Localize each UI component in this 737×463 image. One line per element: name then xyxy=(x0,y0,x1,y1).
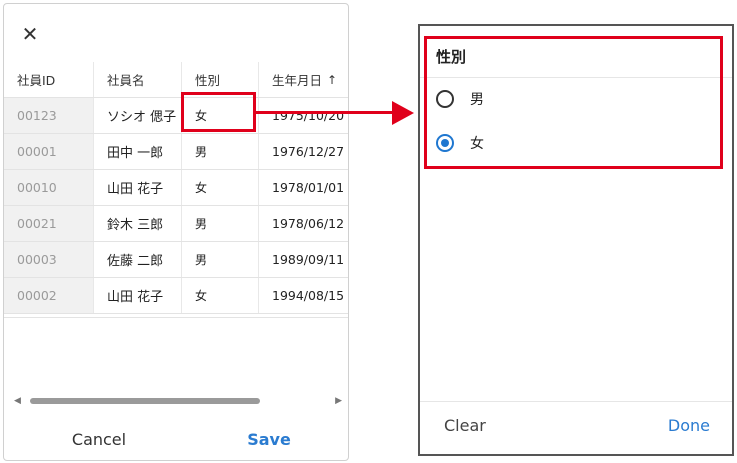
birthdate-cell[interactable]: 1978/06/12 xyxy=(259,206,348,241)
birthdate-cell[interactable]: 1994/08/15 xyxy=(259,278,348,313)
employee-name-cell[interactable]: 山田 花子 xyxy=(94,278,182,313)
gender-cell[interactable]: 女 xyxy=(182,170,259,205)
gender-cell-highlight xyxy=(181,92,256,132)
gender-cell[interactable]: 男 xyxy=(182,206,259,241)
scroll-left-icon[interactable]: ◀ xyxy=(14,396,21,406)
scroll-right-icon[interactable]: ▶ xyxy=(335,396,342,406)
employee-id-cell: 00003 xyxy=(4,242,94,277)
employee-id-cell: 00021 xyxy=(4,206,94,241)
done-button[interactable]: Done xyxy=(668,416,710,435)
gender-option-female[interactable]: 女 xyxy=(436,130,484,156)
table-row[interactable]: 00003 佐藤 二郎 男 1989/09/11 xyxy=(4,242,348,278)
gender-cell[interactable]: 女 xyxy=(182,278,259,313)
table-row[interactable]: 00002 山田 花子 女 1994/08/15 xyxy=(4,278,348,314)
table-row[interactable]: 00123 ソシオ 偲子 女 1975/10/20 xyxy=(4,98,348,134)
table-row[interactable]: 00001 田中 一郎 男 1976/12/27 xyxy=(4,134,348,170)
gender-cell[interactable]: 男 xyxy=(182,242,259,277)
employee-id-cell: 00002 xyxy=(4,278,94,313)
horizontal-scrollbar[interactable]: ◀ ▶ xyxy=(14,396,342,406)
employee-id-cell: 00010 xyxy=(4,170,94,205)
employee-grid: 社員ID 社員名 性別 生年月日 ↑ 00123 ソシオ 偲子 女 1975/1… xyxy=(4,62,348,318)
cancel-button[interactable]: Cancel xyxy=(44,424,154,454)
column-header-employee-id[interactable]: 社員ID xyxy=(4,62,94,97)
scrollbar-thumb[interactable] xyxy=(30,398,260,404)
employee-id-cell: 00001 xyxy=(4,134,94,169)
employee-name-cell[interactable]: 山田 花子 xyxy=(94,170,182,205)
sort-ascending-icon[interactable]: ↑ xyxy=(327,73,337,87)
picker-title: 性別 xyxy=(436,48,467,66)
table-row[interactable]: 00010 山田 花子 女 1978/01/01 xyxy=(4,170,348,206)
radio-unchecked-icon[interactable] xyxy=(436,90,454,108)
birthdate-cell[interactable]: 1978/01/01 xyxy=(259,170,348,205)
birthdate-cell[interactable]: 1989/09/11 xyxy=(259,242,348,277)
employee-name-cell[interactable]: 佐藤 二郎 xyxy=(94,242,182,277)
column-header-birthdate[interactable]: 生年月日 ↑ xyxy=(259,62,348,97)
column-header-employee-name[interactable]: 社員名 xyxy=(94,62,182,97)
employee-name-cell[interactable]: ソシオ 偲子 xyxy=(94,98,182,133)
table-row[interactable]: 00021 鈴木 三郎 男 1978/06/12 xyxy=(4,206,348,242)
gender-picker-dialog: 性別 男 女 Clear Done xyxy=(418,24,734,456)
grid-header-row: 社員ID 社員名 性別 生年月日 ↑ xyxy=(4,62,348,98)
option-label: 女 xyxy=(470,136,484,152)
birthdate-header-label: 生年月日 xyxy=(272,73,323,88)
close-icon[interactable]: ✕ xyxy=(18,22,42,46)
employee-name-cell[interactable]: 田中 一郎 xyxy=(94,134,182,169)
gender-cell[interactable]: 男 xyxy=(182,134,259,169)
gender-option-male[interactable]: 男 xyxy=(436,86,484,112)
employee-id-cell: 00123 xyxy=(4,98,94,133)
birthdate-cell[interactable]: 1976/12/27 xyxy=(259,134,348,169)
option-label: 男 xyxy=(470,92,484,108)
save-button[interactable]: Save xyxy=(214,424,324,454)
callout-arrow-head-icon xyxy=(392,101,414,125)
clear-button[interactable]: Clear xyxy=(444,416,486,435)
divider xyxy=(420,77,732,78)
edit-dialog: ✕ 社員ID 社員名 性別 生年月日 ↑ 00123 ソシオ 偲子 女 1975… xyxy=(3,3,349,461)
divider xyxy=(420,401,732,402)
employee-name-cell[interactable]: 鈴木 三郎 xyxy=(94,206,182,241)
callout-arrow-line xyxy=(256,111,394,114)
radio-checked-icon[interactable] xyxy=(436,134,454,152)
birthdate-cell[interactable]: 1975/10/20 xyxy=(259,98,348,133)
